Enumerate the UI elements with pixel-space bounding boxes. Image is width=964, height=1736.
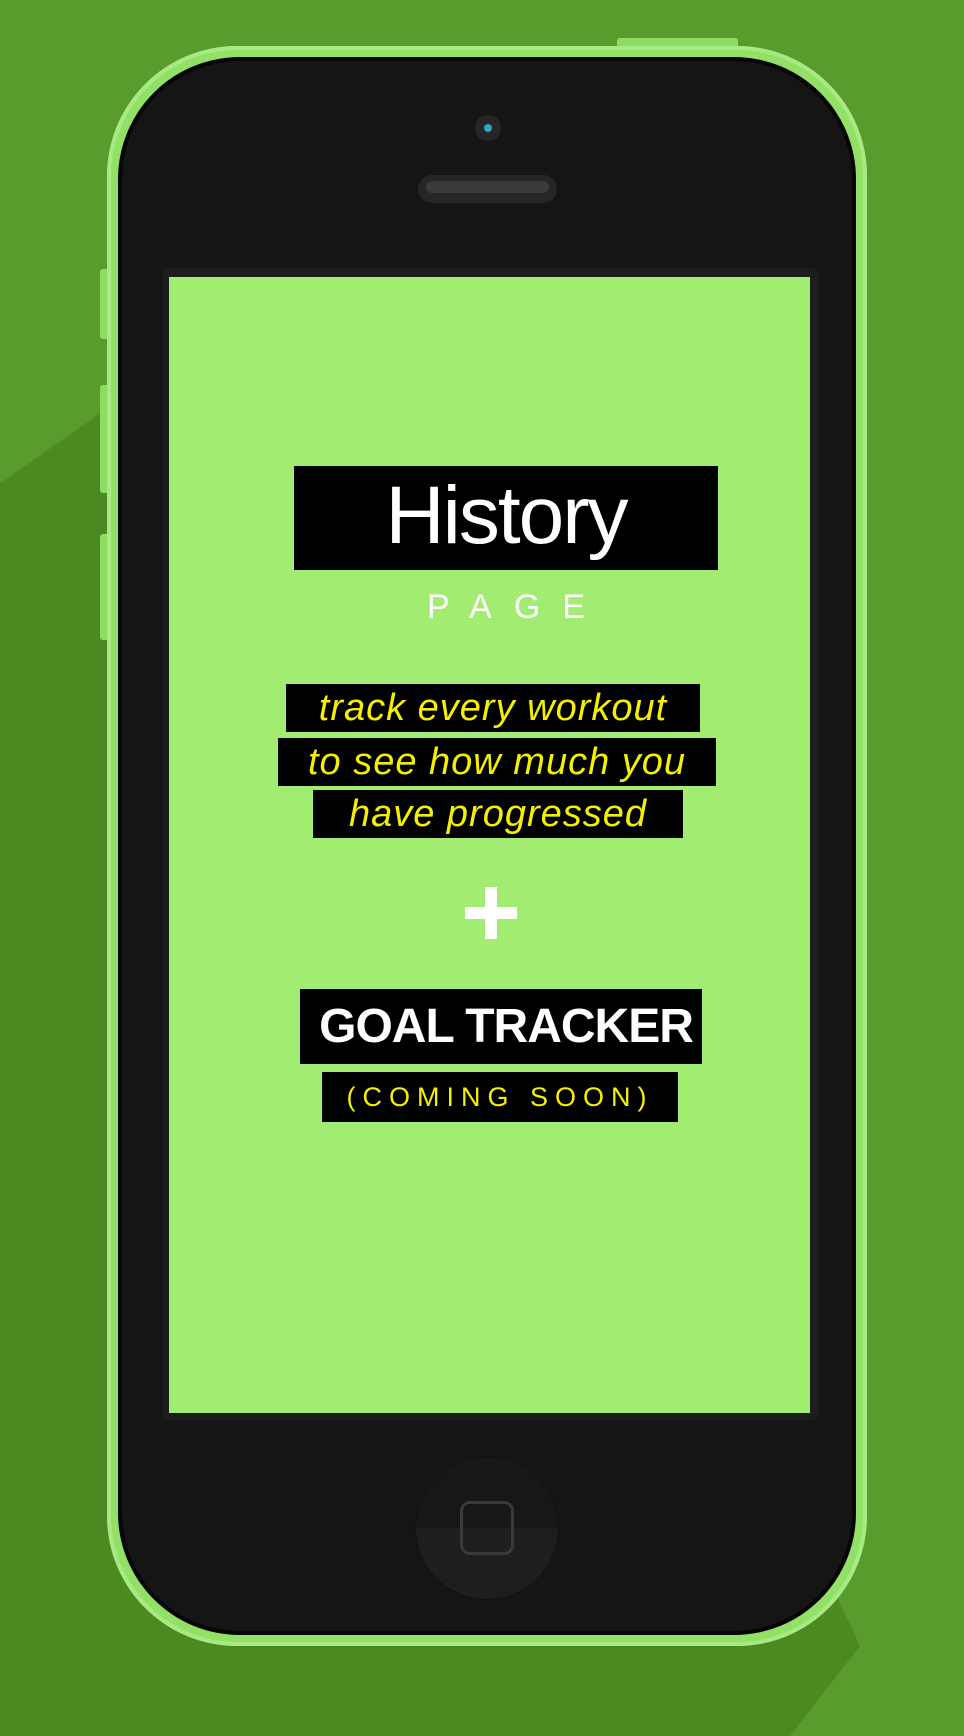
screen (169, 277, 810, 1413)
plus-icon (465, 887, 517, 939)
tagline-line-1: track every workout (286, 684, 700, 732)
home-square-icon (460, 1501, 514, 1555)
tagline-line-3: have progressed (313, 790, 683, 838)
camera-icon (475, 115, 501, 141)
page-title: History (294, 466, 718, 570)
speaker-grille (418, 175, 557, 203)
page-subtitle: PAGE (427, 588, 607, 626)
page-title-text: History (385, 470, 628, 561)
goal-tracker-title: GOAL TRACKER (300, 989, 702, 1064)
coming-soon-badge: (COMING SOON) (322, 1072, 678, 1122)
tagline-line-2: to see how much you (278, 738, 716, 786)
home-button[interactable] (416, 1457, 558, 1599)
